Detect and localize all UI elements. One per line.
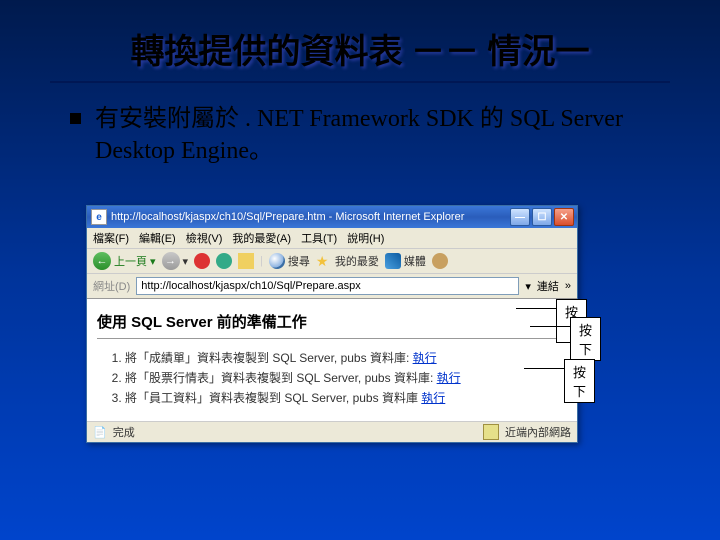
run-link-3[interactable]: 執行: [421, 391, 445, 405]
refresh-icon: [216, 253, 232, 269]
menu-help[interactable]: 說明(H): [347, 230, 384, 246]
maximize-button[interactable]: ☐: [532, 208, 552, 226]
links-label[interactable]: 連結: [537, 278, 559, 294]
chevron-down-icon[interactable]: ▾: [525, 280, 531, 293]
bullet-square-icon: [70, 113, 81, 124]
stop-button[interactable]: [194, 253, 210, 269]
favorites-button[interactable]: ★ 我的最愛: [316, 253, 379, 269]
titlebar[interactable]: e http://localhost/kjaspx/ch10/Sql/Prepa…: [87, 206, 577, 228]
media-label: 媒體: [404, 253, 426, 269]
toolbar: ← 上一頁 ▾ → ▾ | 搜尋 ★ 我的最愛 媒體: [87, 249, 577, 274]
page-heading: 使用 SQL Server 前的準備工作: [97, 311, 567, 332]
menu-edit[interactable]: 編輯(E): [139, 230, 176, 246]
star-icon: ★: [316, 253, 332, 269]
callout-line: [524, 368, 564, 369]
list-item: 將「成績單」資料表複製到 SQL Server, pubs 資料庫: 執行: [125, 349, 567, 366]
search-icon: [269, 253, 285, 269]
media-button[interactable]: 媒體: [385, 253, 426, 269]
history-icon: [432, 253, 448, 269]
minimize-button[interactable]: —: [510, 208, 530, 226]
window-title: http://localhost/kjaspx/ch10/Sql/Prepare…: [111, 211, 510, 223]
back-button[interactable]: ← 上一頁 ▾: [93, 252, 156, 270]
callout-line: [516, 308, 556, 309]
address-label: 網址(D): [93, 278, 130, 294]
back-label: 上一頁: [114, 253, 147, 269]
slide-title: 轉換提供的資料表 －－ 情況一: [50, 0, 670, 83]
page-content: 使用 SQL Server 前的準備工作 將「成績單」資料表複製到 SQL Se…: [87, 299, 577, 421]
stop-icon: [194, 253, 210, 269]
bullet-item: 有安裝附屬於 . NET Framework SDK 的 SQL Server …: [70, 103, 650, 168]
forward-arrow-icon: →: [162, 252, 180, 270]
refresh-button[interactable]: [216, 253, 232, 269]
list-item: 將「員工資料」資料表複製到 SQL Server, pubs 資料庫 執行: [125, 389, 567, 406]
status-icon: 📄: [93, 426, 107, 439]
home-button[interactable]: [238, 253, 254, 269]
address-bar: 網址(D) http://localhost/kjaspx/ch10/Sql/P…: [87, 274, 577, 299]
search-button[interactable]: 搜尋: [269, 253, 310, 269]
callout-press-3: 按下: [564, 359, 595, 403]
address-input[interactable]: http://localhost/kjaspx/ch10/Sql/Prepare…: [136, 277, 519, 295]
history-button[interactable]: [432, 253, 448, 269]
item-text: 將「成績單」資料表複製到 SQL Server, pubs 資料庫:: [125, 351, 413, 365]
item-text: 將「股票行情表」資料表複製到 SQL Server, pubs 資料庫:: [125, 371, 437, 385]
close-button[interactable]: ✕: [554, 208, 574, 226]
favorites-label: 我的最愛: [335, 253, 379, 269]
callout-line: [530, 326, 570, 327]
list-item: 將「股票行情表」資料表複製到 SQL Server, pubs 資料庫: 執行: [125, 369, 567, 386]
menu-file[interactable]: 檔案(F): [93, 230, 129, 246]
status-bar: 📄 完成 近端內部網路: [87, 421, 577, 442]
home-icon: [238, 253, 254, 269]
zone-text: 近端內部網路: [505, 424, 571, 440]
chevron-right-icon: »: [565, 280, 571, 292]
menu-bar[interactable]: 檔案(F) 編輯(E) 檢視(V) 我的最愛(A) 工具(T) 說明(H): [87, 228, 577, 249]
status-text: 完成: [113, 424, 135, 440]
browser-window-wrap: e http://localhost/kjaspx/ch10/Sql/Prepa…: [86, 205, 576, 443]
chevron-down-icon: ▾: [183, 255, 189, 268]
run-link-2[interactable]: 執行: [437, 371, 461, 385]
menu-favorites[interactable]: 我的最愛(A): [232, 230, 291, 246]
search-label: 搜尋: [288, 253, 310, 269]
callout-press-2: 按下: [570, 317, 601, 361]
menu-view[interactable]: 檢視(V): [186, 230, 223, 246]
back-arrow-icon: ←: [93, 252, 111, 270]
address-value: http://localhost/kjaspx/ch10/Sql/Prepare…: [141, 280, 361, 292]
media-icon: [385, 253, 401, 269]
run-link-1[interactable]: 執行: [413, 351, 437, 365]
zone-icon: [483, 424, 499, 440]
ie-icon: e: [91, 209, 107, 225]
chevron-down-icon: ▾: [150, 255, 156, 268]
bullet-text: 有安裝附屬於 . NET Framework SDK 的 SQL Server …: [95, 103, 650, 168]
menu-tools[interactable]: 工具(T): [301, 230, 337, 246]
item-text: 將「員工資料」資料表複製到 SQL Server, pubs 資料庫: [125, 391, 421, 405]
browser-window: e http://localhost/kjaspx/ch10/Sql/Prepa…: [86, 205, 578, 443]
forward-button[interactable]: → ▾: [162, 252, 189, 270]
